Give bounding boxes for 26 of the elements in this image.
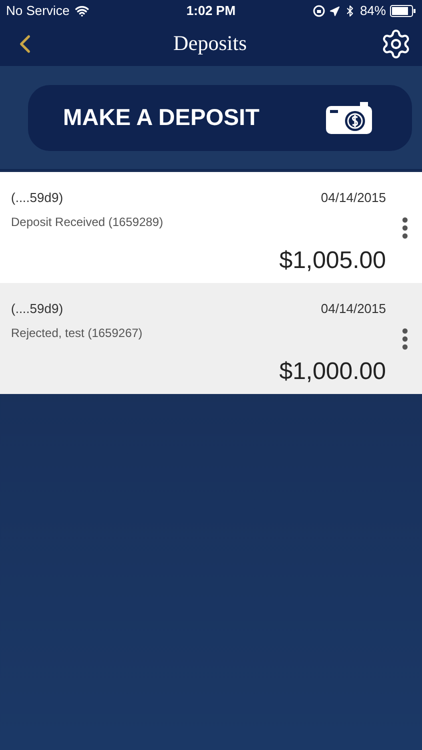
- battery-icon: [390, 5, 416, 17]
- more-icon: [402, 217, 408, 239]
- clock-text: 1:02 PM: [186, 2, 236, 20]
- deposit-row[interactable]: (....59d9) 04/14/2015 Rejected, test (1659267) $1,000.00: [0, 283, 422, 394]
- account-text: (....59d9): [11, 300, 64, 318]
- battery-text: 84%: [360, 2, 386, 20]
- make-deposit-button[interactable]: MAKE A DEPOSIT: [28, 84, 412, 150]
- carrier-text: No Service: [6, 2, 70, 20]
- page-title: Deposits: [173, 30, 247, 58]
- description-text: Deposit Received (1659289): [11, 214, 164, 230]
- account-text: (....59d9): [11, 189, 64, 207]
- rotation-lock-icon: [312, 5, 325, 17]
- camera-dollar-icon: [326, 102, 372, 134]
- more-button[interactable]: [400, 328, 410, 350]
- date-text: 04/14/2015: [320, 300, 386, 318]
- more-button[interactable]: [400, 217, 410, 239]
- more-icon: [402, 328, 408, 350]
- deposit-row[interactable]: (....59d9) 04/14/2015 Deposit Received (1659289) $1,005.00: [0, 172, 422, 283]
- amount-text: $1,005.00: [279, 246, 386, 276]
- amount-text: $1,000.00: [279, 356, 386, 386]
- settings-icon: [380, 28, 412, 60]
- description-text: Rejected, test (1659267): [11, 324, 144, 342]
- location-icon: [328, 6, 340, 16]
- wifi-icon: [74, 4, 89, 18]
- settings-button[interactable]: [380, 28, 412, 60]
- date-text: 04/14/2015: [320, 189, 386, 207]
